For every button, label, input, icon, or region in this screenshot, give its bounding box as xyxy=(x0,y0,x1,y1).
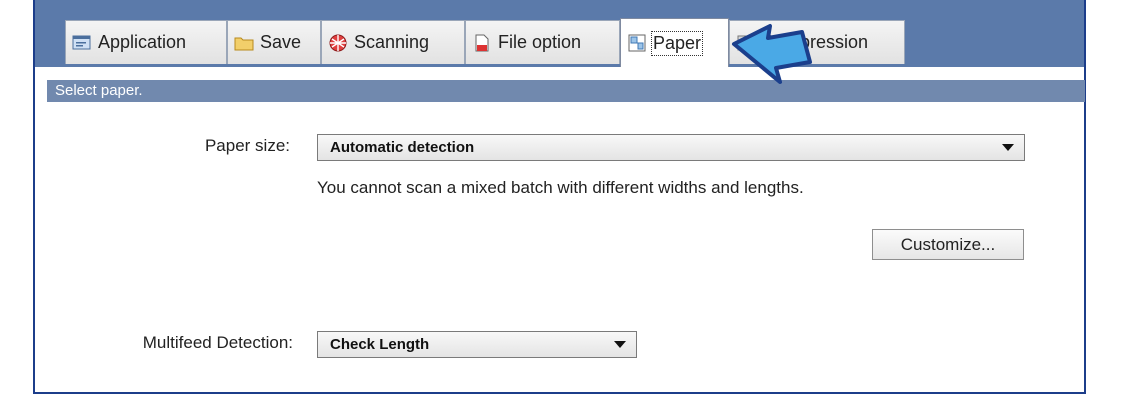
customize-button[interactable]: Customize... xyxy=(872,229,1024,260)
tab-strip: Application Save Scanning File option Pa xyxy=(35,0,1084,67)
pointer-arrow-icon xyxy=(732,24,812,84)
paper-size-dropdown[interactable]: Automatic detection xyxy=(317,134,1025,161)
tab-label: Scanning xyxy=(354,32,430,52)
tab-scanning[interactable]: Scanning xyxy=(321,20,465,64)
tab-label: File option xyxy=(498,32,582,52)
multifeed-label: Multifeed Detection: xyxy=(142,333,293,352)
tab-save[interactable]: Save xyxy=(227,20,321,64)
scanning-icon xyxy=(328,34,348,52)
tab-label: Application xyxy=(98,32,187,52)
paper-size-value: Automatic detection xyxy=(330,139,475,156)
tab-paper[interactable]: Paper xyxy=(620,18,729,67)
paper-icon xyxy=(627,34,647,52)
dialog-frame: Application Save Scanning File option Pa xyxy=(33,0,1086,394)
tab-label: Paper xyxy=(650,30,704,56)
paper-size-note: You cannot scan a mixed batch with diffe… xyxy=(317,178,804,197)
chevron-down-icon[interactable] xyxy=(614,341,626,348)
file-icon xyxy=(472,34,492,52)
application-icon xyxy=(72,34,92,52)
tab-application[interactable]: Application xyxy=(65,20,227,64)
tab-file-option[interactable]: File option xyxy=(465,20,620,64)
multifeed-value: Check Length xyxy=(330,336,430,353)
folder-icon xyxy=(234,34,254,52)
paper-size-label: Paper size: xyxy=(204,136,290,155)
section-header: Select paper. xyxy=(47,80,1085,102)
chevron-down-icon[interactable] xyxy=(1002,144,1014,151)
tab-label: Save xyxy=(260,32,302,52)
multifeed-dropdown[interactable]: Check Length xyxy=(317,331,637,358)
